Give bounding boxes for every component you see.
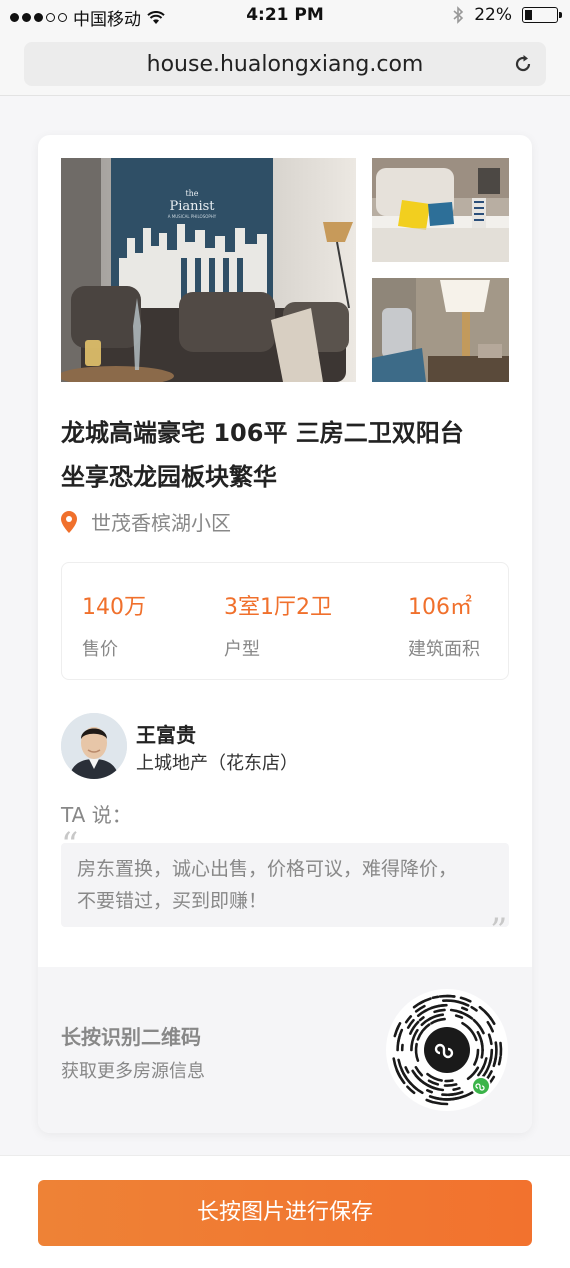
listing-title: 龙城高端豪宅 106平 三房二卫双阳台 坐享恐龙园板块繁华: [61, 411, 521, 499]
listing-card: the Pianist A MUSICAL PHILOSOPHY 龙城高端豪宅 …: [38, 135, 532, 1133]
art-small-word: the: [185, 189, 198, 198]
bedroom-photo[interactable]: [372, 158, 509, 262]
stats-box: 140万 售价 3室1厅2卫 户型 106㎡ 建筑面积: [61, 562, 509, 680]
quote-line-1: 房东置换，诚心出售，价格可议，难得降价，: [77, 858, 458, 880]
bedroom-image: [372, 158, 509, 262]
location-row: 世茂香槟湖小区: [61, 507, 231, 536]
status-bar: 中国移动 4:21 PM 22%: [0, 0, 570, 32]
area-value: 106㎡: [408, 595, 472, 620]
save-image-button[interactable]: 长按图片进行保存: [38, 1180, 532, 1246]
stat-area: 106㎡ 建筑面积: [408, 589, 480, 661]
address-bar[interactable]: house.hualongxiang.com: [24, 42, 546, 86]
price-label: 售价: [82, 639, 118, 660]
layout-label: 户型: [224, 639, 260, 660]
price-value: 140万: [82, 595, 146, 620]
qr-hint-subtitle: 获取更多房源信息: [61, 1061, 205, 1082]
battery-percent: 22%: [474, 5, 512, 25]
art-caption: A MUSICAL PHILOSOPHY: [168, 214, 217, 219]
stat-layout: 3室1厅2卫 户型: [224, 589, 332, 661]
nightstand-photo[interactable]: [372, 278, 509, 382]
avatar[interactable]: [61, 713, 127, 779]
title-line-2: 坐享恐龙园板块繁华: [61, 463, 277, 491]
browser-toolbar: house.hualongxiang.com: [0, 32, 570, 96]
area-label: 建筑面积: [408, 639, 480, 660]
title-line-1: 龙城高端豪宅 106平 三房二卫双阳台: [61, 419, 464, 447]
art-brand: Pianist: [169, 199, 215, 214]
battery-icon: [522, 7, 562, 23]
mini-program-qr-code[interactable]: [386, 989, 508, 1111]
footer-bar: 长按图片进行保存: [0, 1155, 570, 1268]
location-name: 世茂香槟湖小区: [91, 511, 231, 535]
layout-value: 3室1厅2卫: [224, 595, 332, 620]
agent-name: 王富贵: [136, 723, 196, 747]
quote-line-2: 不要错过，买到即赚！: [77, 890, 268, 912]
main-photo[interactable]: the Pianist A MUSICAL PHILOSOPHY: [61, 158, 356, 382]
nightstand-image: [372, 278, 509, 382]
ta-says-label: TA 说：: [61, 803, 132, 827]
quote-close-mark: ”: [490, 911, 508, 951]
url-text[interactable]: house.hualongxiang.com: [24, 52, 546, 77]
reload-icon[interactable]: [512, 53, 534, 75]
stat-price: 140万 售价: [82, 589, 146, 661]
bluetooth-icon: [453, 6, 464, 24]
agent-quote: 房东置换，诚心出售，价格可议，难得降价， 不要错过，买到即赚！: [61, 843, 509, 927]
location-pin-icon: [61, 510, 77, 533]
qr-section: 长按识别二维码 获取更多房源信息: [38, 967, 532, 1133]
agent-company: 上城地产（花东店）: [136, 753, 298, 774]
qr-hint-title: 长按识别二维码: [61, 1025, 201, 1049]
living-room-image: the Pianist A MUSICAL PHILOSOPHY: [61, 158, 356, 382]
